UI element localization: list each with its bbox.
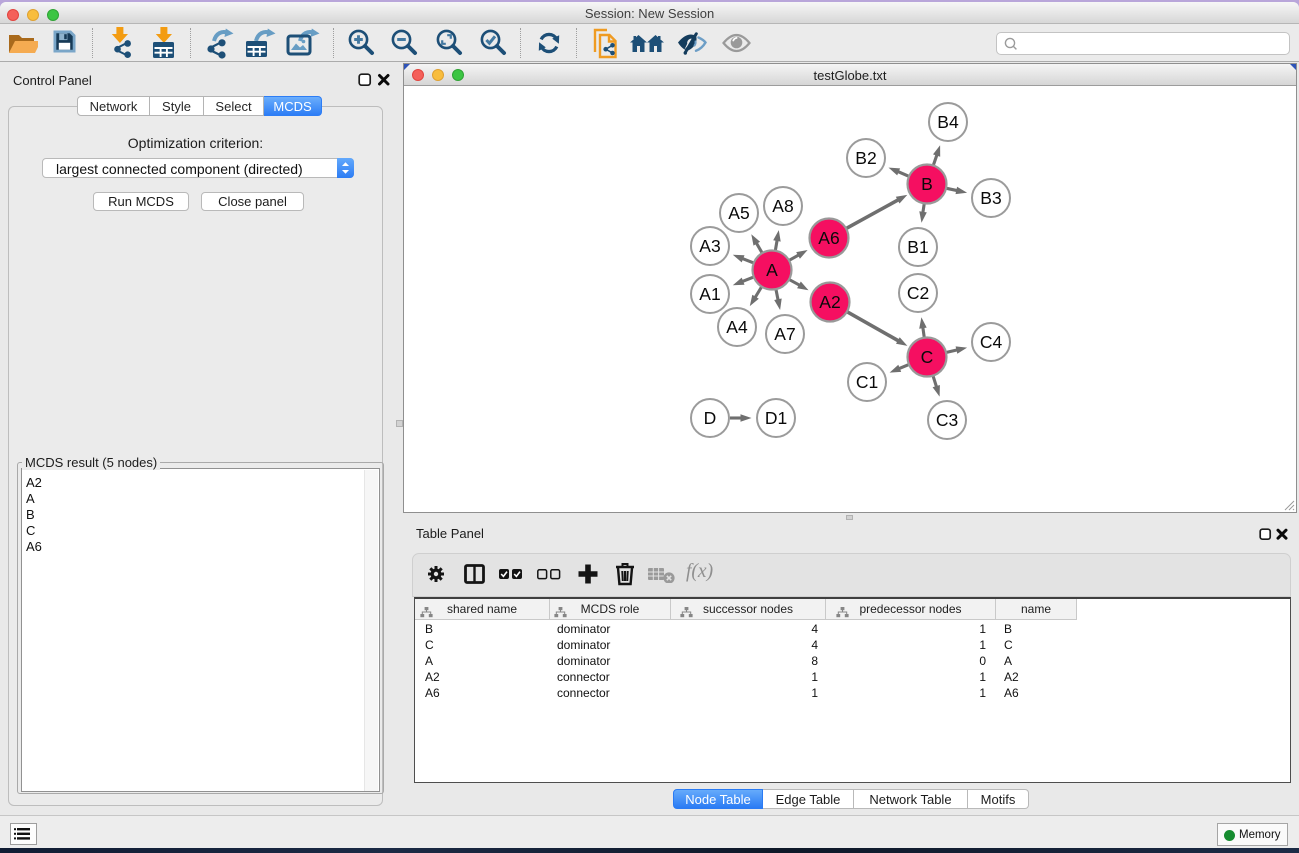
svg-text:A8: A8	[772, 196, 793, 216]
svg-text:C4: C4	[980, 332, 1003, 352]
svg-text:C3: C3	[936, 410, 958, 430]
svg-text:C1: C1	[856, 372, 878, 392]
svg-text:C2: C2	[907, 283, 929, 303]
svg-text:A7: A7	[774, 324, 795, 344]
svg-text:A: A	[766, 260, 778, 280]
svg-text:B: B	[921, 174, 933, 194]
svg-text:A5: A5	[728, 203, 749, 223]
svg-text:D1: D1	[765, 408, 787, 428]
svg-text:B1: B1	[907, 237, 928, 257]
svg-text:A2: A2	[819, 292, 840, 312]
svg-text:B4: B4	[937, 112, 959, 132]
svg-text:A1: A1	[699, 284, 720, 304]
svg-text:A6: A6	[818, 228, 839, 248]
svg-text:A3: A3	[699, 236, 720, 256]
svg-text:B2: B2	[855, 148, 876, 168]
svg-text:B3: B3	[980, 188, 1001, 208]
svg-text:C: C	[921, 347, 934, 367]
svg-text:A4: A4	[726, 317, 748, 337]
svg-text:D: D	[704, 408, 717, 428]
